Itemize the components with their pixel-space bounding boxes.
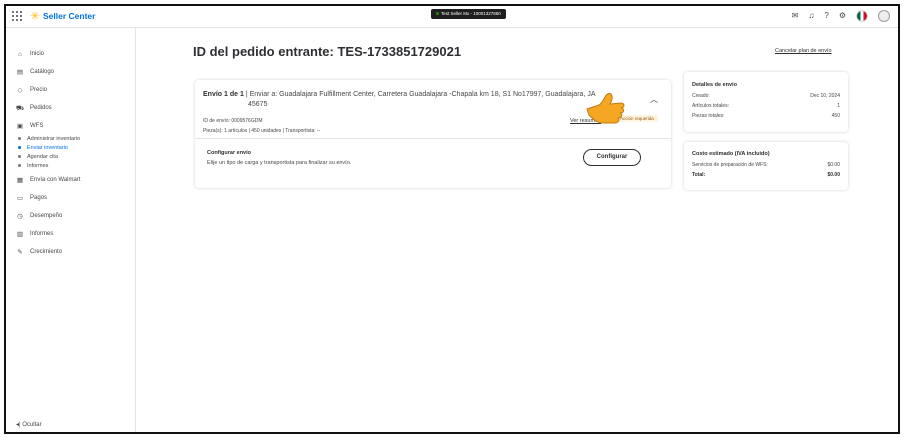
growth-icon: ✎ <box>17 249 23 256</box>
cost-value: $0.00 <box>827 172 840 178</box>
divider <box>195 138 671 139</box>
reports-icon: ▥ <box>16 231 24 238</box>
sidebar-item-informes[interactable]: ▥ Informes <box>16 228 80 240</box>
sidebar-item-label: Pedidos <box>30 105 52 111</box>
sidebar-item-inicio[interactable]: ⌂ Inicio <box>16 48 80 60</box>
shipment-id: ID de envío: 0009576GDM <box>203 118 263 124</box>
mail-icon[interactable]: ✉ <box>792 10 799 22</box>
cost-label: Servicios de preparación de WFS: <box>692 162 768 168</box>
bullet-icon <box>18 164 21 167</box>
configure-shipment-title: Configurar envío <box>207 150 252 156</box>
detail-label: Creado: <box>692 93 710 99</box>
detail-value: 450 <box>831 113 840 119</box>
sidebar-item-pedidos[interactable]: ⛟ Pedidos <box>16 102 80 114</box>
sidebar-nav: ⌂ Inicio ▤ Catálogo ◇ Precio ⛟ Pedidos ▣ WFS … <box>16 48 80 258</box>
configure-button[interactable]: Configurar <box>583 149 641 166</box>
app-frame: ✳ Seller Center Test Seller Mx - 1000132… <box>4 4 900 434</box>
configure-shipment-description: Elije un tipo de carga y transportista p… <box>207 160 352 166</box>
shipment-pieces: Pieza(s): 1 artículos | 450 unidades | T… <box>203 128 321 134</box>
shipment-header: Envío 1 de 1 | Enviar a: Guadalajara Ful… <box>203 90 643 110</box>
truck-icon: ▦ <box>16 177 24 184</box>
catalog-icon: ▤ <box>16 69 24 76</box>
shipment-destination: | Enviar a: Guadalajara Fulfillment Cent… <box>245 91 596 98</box>
sidebar-item-crecimiento[interactable]: ✎ Crecimiento <box>16 246 80 258</box>
sidebar-item-desempeno[interactable]: ◷ Desempeño <box>16 210 80 222</box>
shipment-details-card: Detalles de envío Creado: Dec 10, 2024 Ar… <box>684 72 848 132</box>
sidebar-subitem-label: Agendar cita <box>27 153 58 160</box>
cancel-plan-link[interactable]: Cancelar plan de envío <box>775 48 832 54</box>
sidebar-item-label: Desempeño <box>30 213 63 219</box>
mexico-flag-icon[interactable] <box>856 10 868 22</box>
detail-row-pieces: Piezas totales: 450 <box>692 113 840 119</box>
estimated-cost-card: Costo estimado (IVA incluido) Servicios … <box>684 142 848 190</box>
hide-sidebar-button[interactable]: ◂| Ocultar <box>16 421 42 428</box>
brand-name[interactable]: Seller Center <box>43 11 95 21</box>
sidebar-item-label: Catálogo <box>30 69 55 75</box>
detail-row-created: Creado: Dec 10, 2024 <box>692 93 840 99</box>
detail-value: Dec 10, 2024 <box>810 93 840 99</box>
collapse-icon: ◂| <box>16 422 21 428</box>
shipment-destination-zip: 45675 <box>248 101 268 108</box>
sidebar-subitem-enviar-inventario[interactable]: Enviar inventario <box>16 143 80 152</box>
sidebar-item-label: Inicio <box>30 51 45 57</box>
hide-label: Ocultar <box>22 422 42 428</box>
main-content: ID del pedido entrante: TES-173385172902… <box>138 28 898 432</box>
sidebar-subitem-informes[interactable]: Informes <box>16 161 80 170</box>
sidebar-item-catalogo[interactable]: ▤ Catálogo <box>16 66 80 78</box>
detail-value: 1 <box>837 103 840 109</box>
bullet-icon <box>18 137 21 140</box>
chevron-up-icon[interactable]: ︿ <box>650 94 658 105</box>
payments-icon: ▭ <box>16 195 24 202</box>
detail-label: Piezas totales: <box>692 113 725 119</box>
tag-icon: ◇ <box>17 87 23 94</box>
status-dot-icon <box>436 12 439 16</box>
sidebar: ⌂ Inicio ▤ Catálogo ◇ Precio ⛟ Pedidos ▣ WFS … <box>6 28 136 432</box>
cost-row-total: Total: $0.00 <box>692 172 840 178</box>
sidebar-subitem-label: Enviar inventario <box>27 144 68 151</box>
help-icon[interactable]: ? <box>824 10 828 22</box>
warehouse-icon: ▣ <box>16 123 24 130</box>
seller-badge-text: Test Seller Mx - 10001327860 <box>441 11 501 16</box>
sidebar-item-label: Crecimiento <box>30 249 63 255</box>
top-bar: ✳ Seller Center Test Seller Mx - 1000132… <box>6 6 898 28</box>
sidebar-item-label: Pagos <box>30 195 48 201</box>
pointing-hand-icon <box>586 93 625 124</box>
gear-icon[interactable]: ⚙ <box>839 10 846 22</box>
cost-label: Total: <box>692 172 706 178</box>
sidebar-subitem-label: Administrar inventario <box>27 135 81 142</box>
page-title: ID del pedido entrante: TES-173385172902… <box>193 44 462 59</box>
top-icons: ✉ ♫ ? ⚙ <box>792 10 890 22</box>
sidebar-subitem-label: Informes <box>27 162 49 169</box>
performance-icon: ◷ <box>17 213 23 220</box>
cost-title: Costo estimado (IVA incluido) <box>692 151 770 157</box>
sidebar-item-label: Precio <box>30 87 48 93</box>
avatar[interactable] <box>878 10 890 22</box>
sidebar-item-precio[interactable]: ◇ Precio <box>16 84 80 96</box>
cart-icon: ⛟ <box>16 104 25 112</box>
sidebar-subitem-administrar-inventario[interactable]: Administrar inventario <box>16 134 80 143</box>
cost-row-wfs-services: Servicios de preparación de WFS: $0.00 <box>692 162 840 168</box>
sidebar-item-label: WFS <box>30 123 44 129</box>
bullet-icon <box>18 146 21 149</box>
detail-row-items: Artículos totales: 1 <box>692 103 840 109</box>
bullet-icon <box>18 155 21 158</box>
sidebar-item-pagos[interactable]: ▭ Pagos <box>16 192 80 204</box>
sidebar-item-label: Envía con Walmart <box>30 177 81 183</box>
sidebar-item-label: Informes <box>30 231 54 237</box>
sidebar-subitem-agendar-cita[interactable]: Agendar cita <box>16 152 80 161</box>
cost-value: $0.00 <box>827 162 840 168</box>
bell-icon[interactable]: ♫ <box>808 10 814 22</box>
sidebar-item-wfs[interactable]: ▣ WFS <box>16 120 80 132</box>
sidebar-item-envia-con-walmart[interactable]: ▦ Envía con Walmart <box>16 174 81 186</box>
app-grid-icon[interactable] <box>12 11 22 21</box>
home-icon: ⌂ <box>18 50 22 58</box>
shipment-number: Envío 1 de 1 <box>203 91 244 98</box>
detail-label: Artículos totales: <box>692 103 729 109</box>
walmart-spark-icon: ✳ <box>30 9 41 23</box>
details-title: Detalles de envío <box>692 82 737 88</box>
seller-badge: Test Seller Mx - 10001327860 <box>431 9 506 19</box>
